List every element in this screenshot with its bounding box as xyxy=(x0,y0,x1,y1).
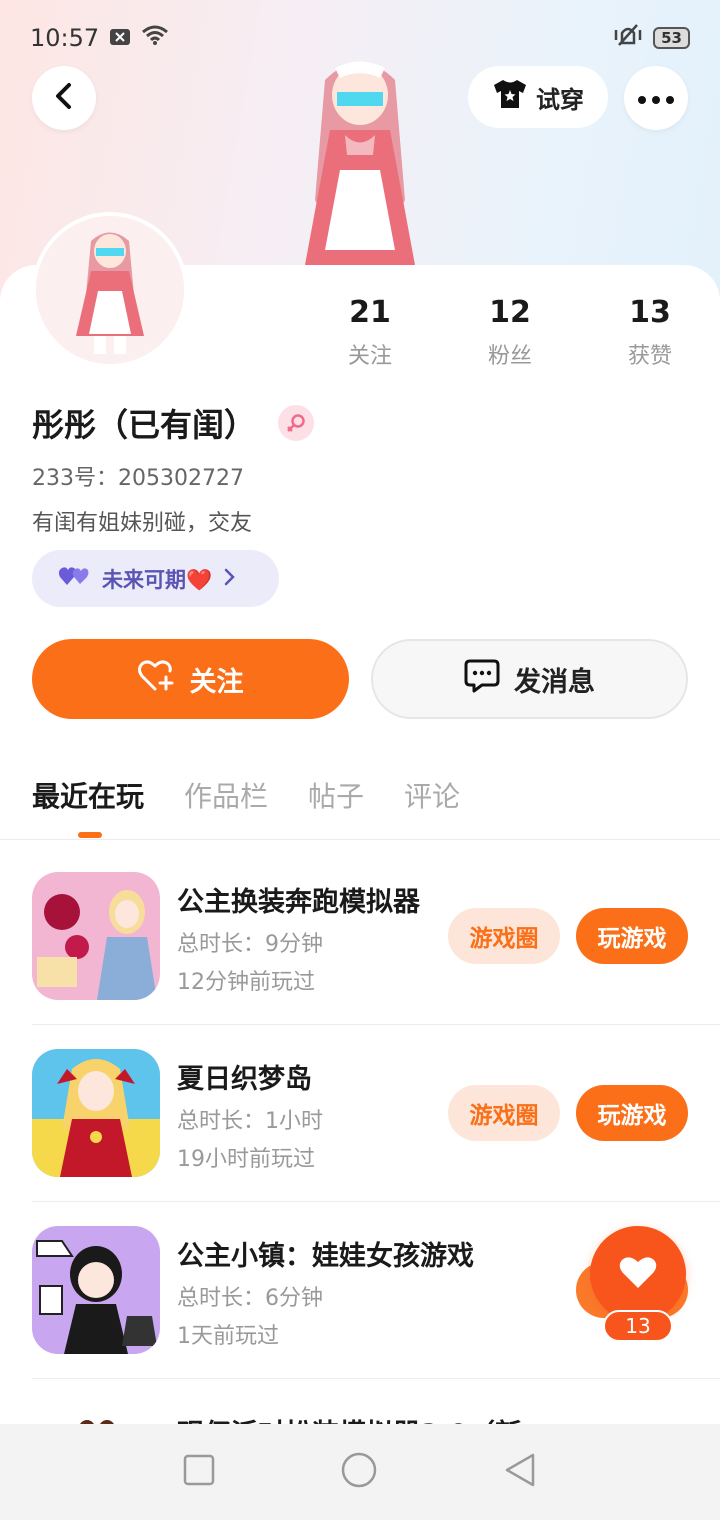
shirt-icon xyxy=(492,79,528,115)
message-label: 发消息 xyxy=(514,666,595,698)
game-last-played: 19小时前玩过 xyxy=(177,1147,315,1172)
game-icon[interactable] xyxy=(32,872,160,1000)
battery-indicator: 53 xyxy=(653,27,690,49)
game-last-played: 1天前玩过 xyxy=(177,1324,279,1349)
status-time: 10:57 xyxy=(30,24,100,52)
try-on-label: 试穿 xyxy=(536,85,584,114)
purple-hearts-icon xyxy=(58,565,90,592)
username: 彤彤（已有闺） xyxy=(32,406,257,444)
tag-label: 未来可期❤️ xyxy=(102,567,213,592)
system-nav-bar xyxy=(0,1424,720,1520)
heart-icon xyxy=(618,1254,658,1294)
user-bio: 有闺有姐妹别碰，交友 xyxy=(32,511,253,536)
profile-stats: 21 关注 12 粉丝 13 获赞 xyxy=(300,295,720,370)
game-icon[interactable] xyxy=(32,1226,160,1354)
row-divider xyxy=(32,1024,720,1025)
back-button[interactable] xyxy=(32,66,96,130)
stat-value: 12 xyxy=(489,295,531,330)
avatar[interactable] xyxy=(32,212,188,368)
game-circle-button[interactable]: 游戏圈 xyxy=(448,1085,560,1141)
stat-label: 获赞 xyxy=(627,344,672,369)
chevron-right-icon xyxy=(224,567,236,591)
row-divider xyxy=(32,1201,720,1202)
tabs-divider xyxy=(0,839,720,840)
chevron-left-icon xyxy=(52,82,76,114)
home-button[interactable] xyxy=(340,1451,378,1493)
username-row: 彤彤（已有闺） xyxy=(32,400,315,446)
tab-works[interactable]: 作品栏 xyxy=(184,775,268,815)
game-circle-button[interactable]: 游戏圈 xyxy=(448,908,560,964)
more-button[interactable] xyxy=(624,66,688,130)
female-gender-icon xyxy=(278,405,315,441)
follow-label: 关注 xyxy=(189,666,244,698)
try-on-button[interactable]: 试穿 xyxy=(468,66,608,128)
play-game-button[interactable]: 玩游戏 xyxy=(576,1085,688,1141)
tab-posts[interactable]: 帖子 xyxy=(308,775,364,815)
vibrate-icon xyxy=(613,23,643,53)
back-nav-button[interactable] xyxy=(503,1452,537,1492)
stat-following[interactable]: 21 关注 xyxy=(300,295,440,370)
recent-apps-button[interactable] xyxy=(183,1454,215,1490)
wifi-icon xyxy=(141,24,169,52)
game-title: 公主换装奔跑模拟器 xyxy=(177,887,420,918)
row-divider xyxy=(32,1378,720,1379)
game-last-played: 12分钟前玩过 xyxy=(177,970,315,995)
tab-recently-played[interactable]: 最近在玩 xyxy=(32,775,144,815)
like-count-badge: 13 xyxy=(603,1310,673,1342)
game-duration: 总时长：1小时 xyxy=(177,1109,323,1134)
game-title: 夏日织梦岛 xyxy=(177,1064,312,1095)
active-tab-indicator xyxy=(78,832,102,838)
game-icon[interactable] xyxy=(32,1049,160,1177)
profile-tag[interactable]: 未来可期❤️ xyxy=(32,550,279,607)
notification-icon xyxy=(109,24,131,52)
like-button[interactable] xyxy=(590,1226,686,1322)
follow-button[interactable]: 关注 xyxy=(32,639,349,719)
stat-value: 21 xyxy=(349,295,391,330)
stat-label: 粉丝 xyxy=(487,344,532,369)
heart-plus-icon xyxy=(137,659,176,700)
user-id: 233号：205302727 xyxy=(32,466,244,491)
tab-comments[interactable]: 评论 xyxy=(404,775,460,815)
avatar-character-figure xyxy=(285,50,435,265)
message-button[interactable]: 发消息 xyxy=(371,639,688,719)
game-row[interactable]: 公主换装奔跑模拟器 总时长：9分钟 12分钟前玩过 游戏圈 玩游戏 xyxy=(32,872,720,1048)
chat-bubble-icon xyxy=(464,659,500,700)
stat-label: 关注 xyxy=(347,344,392,369)
game-duration: 总时长：9分钟 xyxy=(177,932,323,957)
game-duration: 总时长：6分钟 xyxy=(177,1286,323,1311)
stat-fans[interactable]: 12 粉丝 xyxy=(440,295,580,370)
game-title: 公主小镇：娃娃女孩游戏 xyxy=(177,1241,474,1272)
stat-likes[interactable]: 13 获赞 xyxy=(580,295,720,370)
game-row[interactable]: 夏日织梦岛 总时长：1小时 19小时前玩过 游戏圈 玩游戏 xyxy=(32,1049,720,1225)
profile-tabs: 最近在玩 作品栏 帖子 评论 xyxy=(32,775,460,815)
more-dots-icon xyxy=(638,89,674,108)
play-game-button[interactable]: 玩游戏 xyxy=(576,908,688,964)
stat-value: 13 xyxy=(629,295,671,330)
